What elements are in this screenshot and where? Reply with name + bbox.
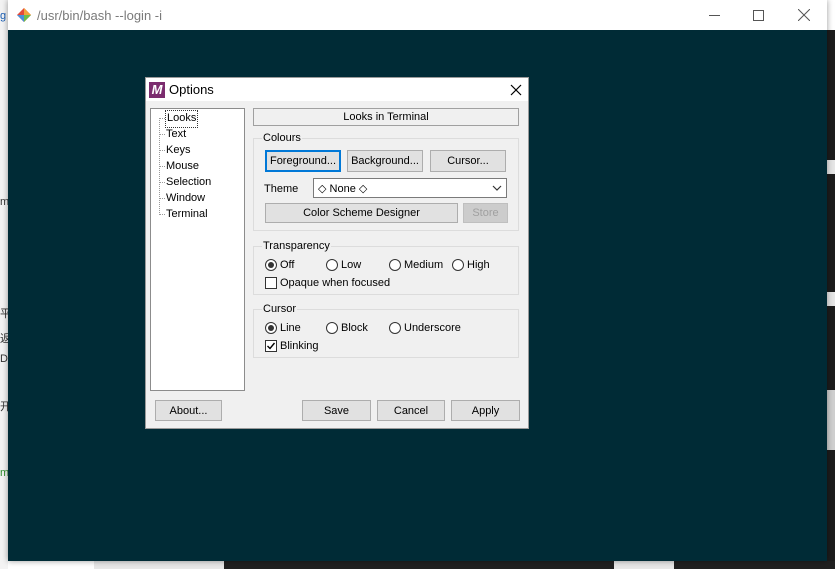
transparency-off-radio[interactable] bbox=[265, 259, 277, 271]
color-scheme-designer-button[interactable]: Color Scheme Designer bbox=[265, 203, 458, 223]
checkmark-icon bbox=[267, 342, 276, 350]
cursor-underscore-radio[interactable] bbox=[389, 322, 401, 334]
close-icon bbox=[510, 84, 522, 95]
category-tree[interactable]: Looks Text Keys Mouse Selection Window T… bbox=[150, 108, 245, 391]
close-icon bbox=[798, 9, 810, 21]
git-diamond-icon bbox=[17, 8, 31, 22]
tree-item-terminal[interactable]: Terminal bbox=[165, 206, 209, 222]
minimize-icon bbox=[708, 14, 720, 16]
tree-item-mouse[interactable]: Mouse bbox=[165, 158, 200, 174]
transparency-low-label[interactable]: Low bbox=[341, 259, 361, 271]
opaque-when-focused-label[interactable]: Opaque when focused bbox=[280, 277, 390, 289]
colours-group-label: Colours bbox=[262, 132, 302, 144]
background-button[interactable]: Background... bbox=[347, 150, 423, 172]
cancel-button[interactable]: Cancel bbox=[377, 400, 445, 421]
save-button[interactable]: Save bbox=[302, 400, 371, 421]
dialog-titlebar[interactable]: M Options bbox=[146, 78, 528, 101]
store-button[interactable]: Store bbox=[463, 203, 508, 223]
cursor-line-label[interactable]: Line bbox=[280, 322, 301, 334]
about-button[interactable]: About... bbox=[155, 400, 222, 421]
theme-select[interactable]: ◇ None ◇ bbox=[313, 178, 507, 198]
options-dialog: M Options Looks Text Keys Mouse Selectio… bbox=[145, 77, 529, 429]
page-title: Looks in Terminal bbox=[253, 108, 519, 126]
maximize-icon bbox=[752, 9, 764, 21]
tree-item-text[interactable]: Text bbox=[165, 126, 187, 142]
window-title: /usr/bin/bash --login -i bbox=[37, 8, 162, 23]
tree-item-keys[interactable]: Keys bbox=[165, 142, 191, 158]
tree-item-window[interactable]: Window bbox=[165, 190, 206, 206]
cursor-block-label[interactable]: Block bbox=[341, 322, 368, 334]
transparency-group-label: Transparency bbox=[262, 240, 331, 252]
cursor-colour-button[interactable]: Cursor... bbox=[430, 150, 506, 172]
chevron-down-icon bbox=[492, 185, 502, 191]
mintty-logo-icon: M bbox=[149, 82, 165, 98]
background-window-edge: g m 平 返 Dl 开 m bbox=[0, 0, 11, 569]
foreground-button[interactable]: Foreground... bbox=[265, 150, 341, 172]
opaque-when-focused-checkbox[interactable] bbox=[265, 277, 277, 289]
blinking-label[interactable]: Blinking bbox=[280, 340, 319, 352]
transparency-high-radio[interactable] bbox=[452, 259, 464, 271]
transparency-off-label[interactable]: Off bbox=[280, 259, 294, 271]
transparency-medium-label[interactable]: Medium bbox=[404, 259, 443, 271]
cursor-group-label: Cursor bbox=[262, 303, 298, 315]
maximize-button[interactable] bbox=[735, 0, 781, 30]
cursor-underscore-label[interactable]: Underscore bbox=[404, 322, 461, 334]
apply-button[interactable]: Apply bbox=[451, 400, 520, 421]
tree-item-selection[interactable]: Selection bbox=[165, 174, 212, 190]
transparency-low-radio[interactable] bbox=[326, 259, 338, 271]
transparency-high-label[interactable]: High bbox=[467, 259, 490, 271]
minimize-button[interactable] bbox=[691, 0, 737, 30]
cursor-block-radio[interactable] bbox=[326, 322, 338, 334]
theme-label: Theme bbox=[264, 183, 299, 195]
background-image-edge bbox=[827, 30, 835, 569]
dialog-close-button[interactable] bbox=[504, 78, 528, 101]
blinking-checkbox[interactable] bbox=[265, 340, 277, 352]
close-window-button[interactable] bbox=[781, 0, 827, 30]
terminal-titlebar[interactable]: /usr/bin/bash --login -i bbox=[8, 0, 827, 30]
dialog-title: Options bbox=[169, 82, 214, 97]
background-image-bottom bbox=[94, 561, 835, 569]
background-text-fragment: g bbox=[0, 10, 7, 22]
cursor-line-radio[interactable] bbox=[265, 322, 277, 334]
transparency-medium-radio[interactable] bbox=[389, 259, 401, 271]
theme-select-value: ◇ None ◇ bbox=[318, 183, 368, 195]
